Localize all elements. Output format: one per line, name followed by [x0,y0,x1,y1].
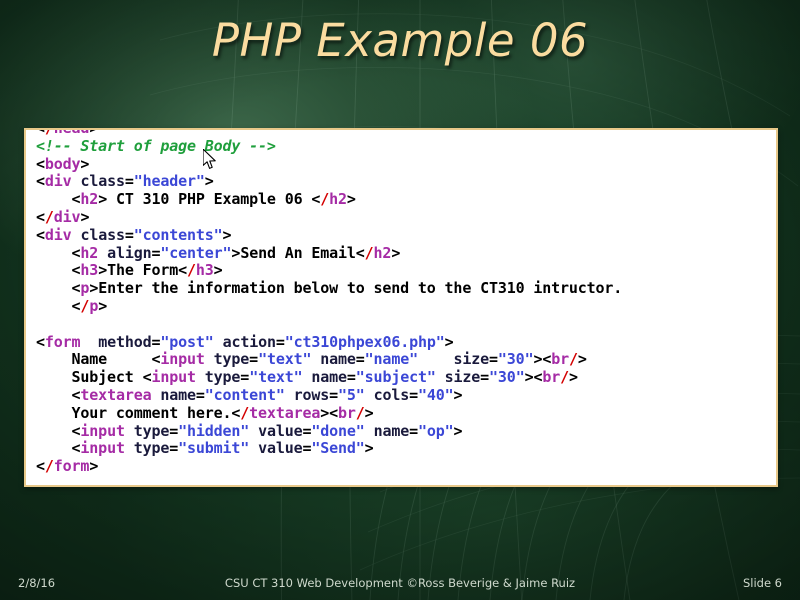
footer-slide-number: Slide 6 [742,576,782,590]
footer-attribution: CSU CT 310 Web Development ©Ross Beverig… [224,576,576,590]
slide: PHP Example 06 </head> <!-- Start of page… [0,0,800,600]
slide-footer: 2/8/16 CSU CT 310 Web Development ©Ross … [0,576,800,594]
page-title: PHP Example 06 [211,14,589,67]
code-listing: </head> <!-- Start of page Body --> <body>… [36,128,623,476]
code-listing-panel: </head> <!-- Start of page Body --> <body>… [24,128,778,487]
